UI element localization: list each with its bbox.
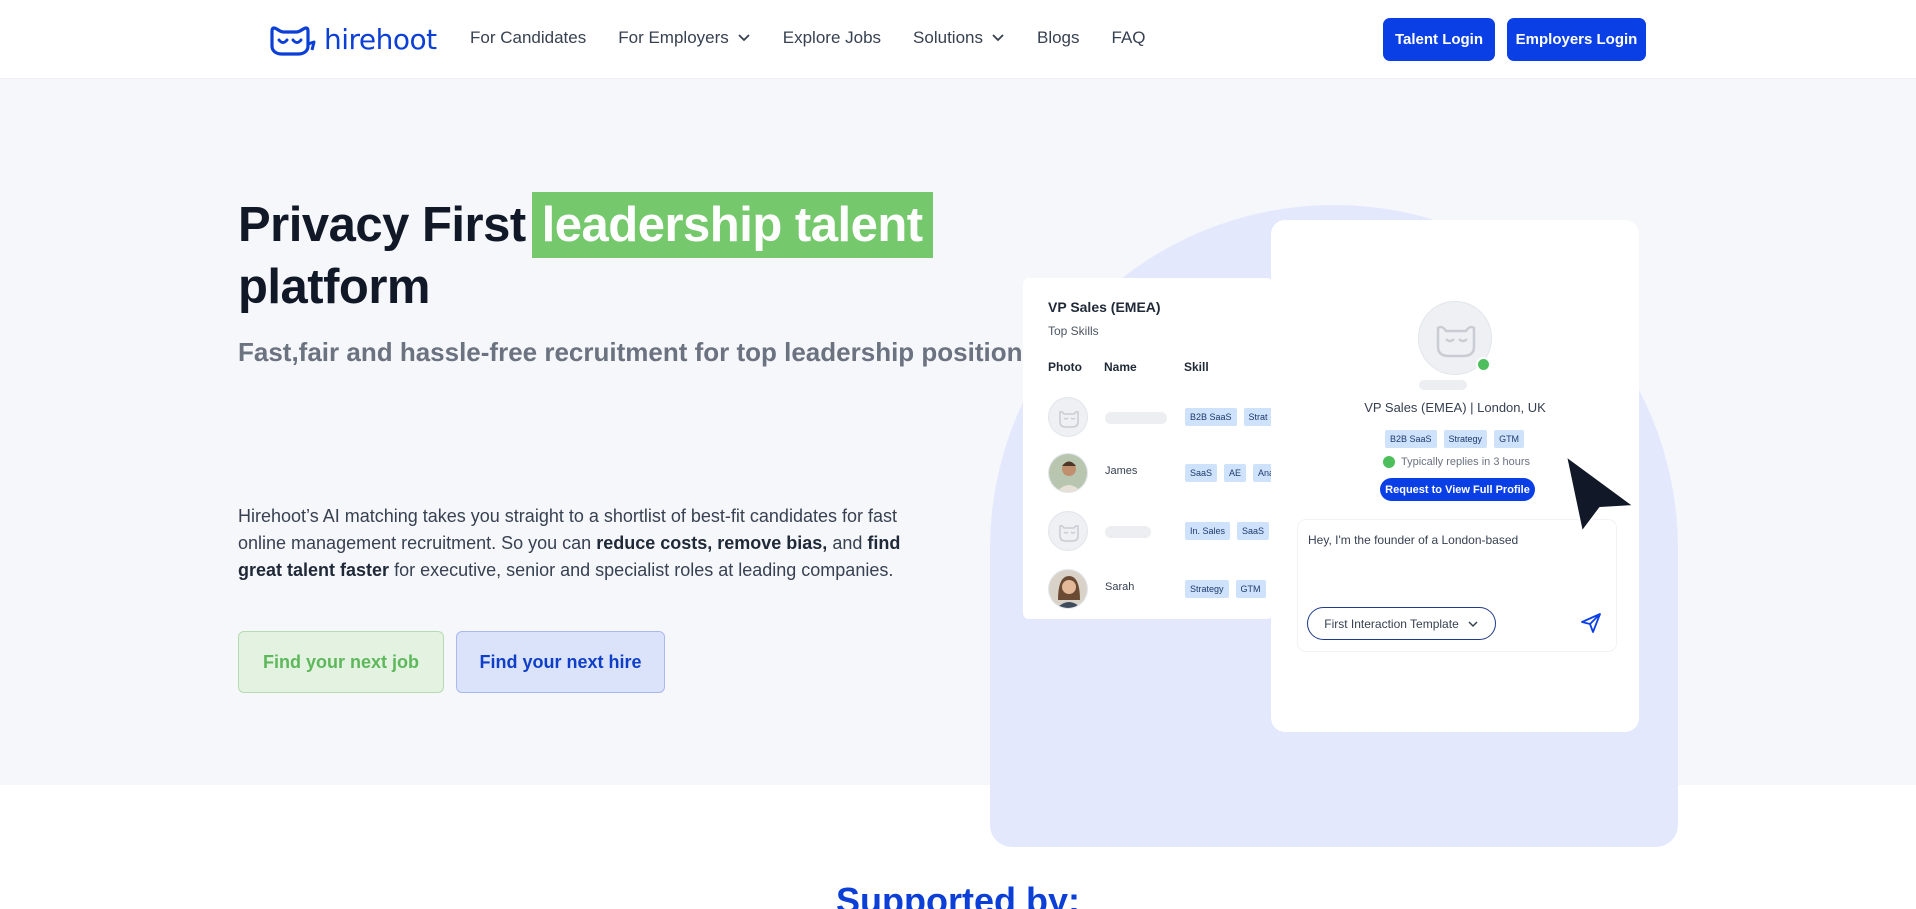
placeholder-avatar [1048, 511, 1088, 551]
owl-logo-icon [270, 26, 316, 56]
nav-links: For Candidates For Employers Explore Job… [470, 28, 1146, 48]
reply-time-indicator: Typically replies in 3 hours [1383, 456, 1530, 468]
skill-tag: B2B SaaS [1185, 408, 1237, 426]
nav-blogs[interactable]: Blogs [1037, 28, 1080, 48]
find-hire-button[interactable]: Find your next hire [456, 631, 665, 693]
template-dropdown[interactable]: First Interaction Template [1307, 607, 1496, 640]
col-photo: Photo [1048, 360, 1082, 374]
talent-login-button[interactable]: Talent Login [1383, 18, 1495, 61]
skill-tag: Ana [1253, 464, 1273, 482]
green-dot-icon [1383, 456, 1395, 468]
hero-section: Privacy First leadership talent platform… [0, 79, 1916, 847]
chevron-down-icon [1468, 620, 1478, 627]
nav-actions: Talent Login Employers Login [1383, 18, 1646, 61]
skill-tags: Strategy GTM [1185, 580, 1266, 598]
hirehoot-logo[interactable]: hirehoot [268, 20, 437, 58]
message-composer[interactable]: Hey, I'm the founder of a London-based F… [1298, 520, 1616, 651]
headline-highlight: leadership talent [531, 192, 933, 258]
nav-explore-jobs[interactable]: Explore Jobs [783, 28, 881, 48]
desc-text: for executive, senior and specialist rol… [389, 560, 894, 580]
name-placeholder [1105, 412, 1167, 424]
desc-bold: reduce costs, remove bias, [596, 533, 828, 553]
hero-subheading: Fast,fair and hassle-free recruitment fo… [238, 337, 1037, 367]
profile-tags: B2B SaaS Strategy GTM [1385, 430, 1525, 448]
chevron-down-icon [992, 34, 1004, 42]
nav-solutions[interactable]: Solutions [913, 28, 1005, 48]
shortlist-subtitle: Top Skills [1048, 324, 1099, 338]
nav-faq[interactable]: FAQ [1112, 28, 1146, 48]
skill-tag: GTM [1235, 580, 1266, 598]
desc-text: and [827, 533, 868, 553]
nav-label: For Candidates [470, 28, 587, 47]
person-photo-icon [1049, 570, 1087, 608]
shortlist-card: VP Sales (EMEA) Top Skills Photo Name Sk… [1023, 278, 1273, 619]
table-row[interactable]: B2B SaaS Strat [1048, 397, 1273, 437]
profile-role: VP Sales (EMEA) | London, UK [1364, 400, 1546, 415]
skill-tag: Strat [1243, 408, 1273, 426]
table-row[interactable]: Sarah Strategy GTM [1048, 569, 1273, 609]
hero-description: Hirehoot’s AI matching takes you straigh… [238, 503, 908, 584]
logo-text: hirehoot [324, 22, 437, 56]
supported-by-heading: Supported by: [836, 880, 1080, 909]
candidate-name: James [1105, 465, 1138, 477]
hero-headline: Privacy First leadership talent platform [238, 192, 933, 316]
name-placeholder [1419, 380, 1467, 390]
candidate-name: Sarah [1105, 581, 1135, 593]
skill-tags: In. Sales SaaS [1185, 522, 1270, 540]
nav-label: Explore Jobs [782, 28, 882, 47]
table-row[interactable]: In. Sales SaaS [1048, 511, 1273, 551]
table-row[interactable]: James SaaS AE Ana [1048, 453, 1273, 493]
send-icon[interactable] [1579, 611, 1603, 635]
skill-tag: GTM [1494, 430, 1525, 448]
owl-placeholder-icon [1059, 525, 1079, 542]
nav-label: Blogs [1036, 28, 1080, 47]
find-job-button[interactable]: Find your next job [238, 631, 444, 693]
col-skill: Skill [1184, 360, 1209, 374]
skill-tag: SaaS [1185, 464, 1218, 482]
chevron-down-icon [738, 34, 750, 42]
nav-label: FAQ [1111, 28, 1146, 47]
headline-suffix: platform [238, 260, 430, 314]
shortlist-title: VP Sales (EMEA) [1048, 299, 1161, 315]
skill-tag: B2B SaaS [1385, 430, 1437, 448]
nav-for-employers[interactable]: For Employers [618, 28, 751, 48]
skill-tag: In. Sales [1185, 522, 1231, 540]
person-photo-icon [1049, 454, 1087, 492]
online-status-dot [1476, 357, 1491, 372]
nav-label: Solutions [913, 28, 983, 47]
skill-tag: AE [1224, 464, 1247, 482]
col-name: Name [1104, 360, 1137, 374]
skill-tags: B2B SaaS Strat [1185, 408, 1273, 426]
employers-login-button[interactable]: Employers Login [1507, 18, 1646, 61]
top-navbar: hirehoot For Candidates For Employers Ex… [0, 0, 1916, 79]
placeholder-avatar [1048, 397, 1088, 437]
nav-for-candidates[interactable]: For Candidates [470, 28, 586, 48]
skill-tag: Strategy [1443, 430, 1488, 448]
headline-prefix: Privacy First [238, 198, 526, 252]
mouse-pointer-icon [1565, 455, 1635, 533]
name-placeholder [1105, 526, 1151, 538]
reply-text: Typically replies in 3 hours [1401, 456, 1531, 468]
skill-tag: SaaS [1237, 522, 1270, 540]
template-label: First Interaction Template [1324, 616, 1459, 631]
nav-label: For Employers [618, 28, 729, 47]
request-profile-button[interactable]: Request to View Full Profile [1380, 478, 1535, 501]
skill-tags: SaaS AE Ana [1185, 464, 1273, 482]
candidate-avatar [1048, 453, 1088, 493]
owl-placeholder-icon [1059, 411, 1079, 428]
message-text[interactable]: Hey, I'm the founder of a London-based [1308, 533, 1518, 547]
candidate-avatar [1048, 569, 1088, 609]
skill-tag: Strategy [1185, 580, 1229, 598]
